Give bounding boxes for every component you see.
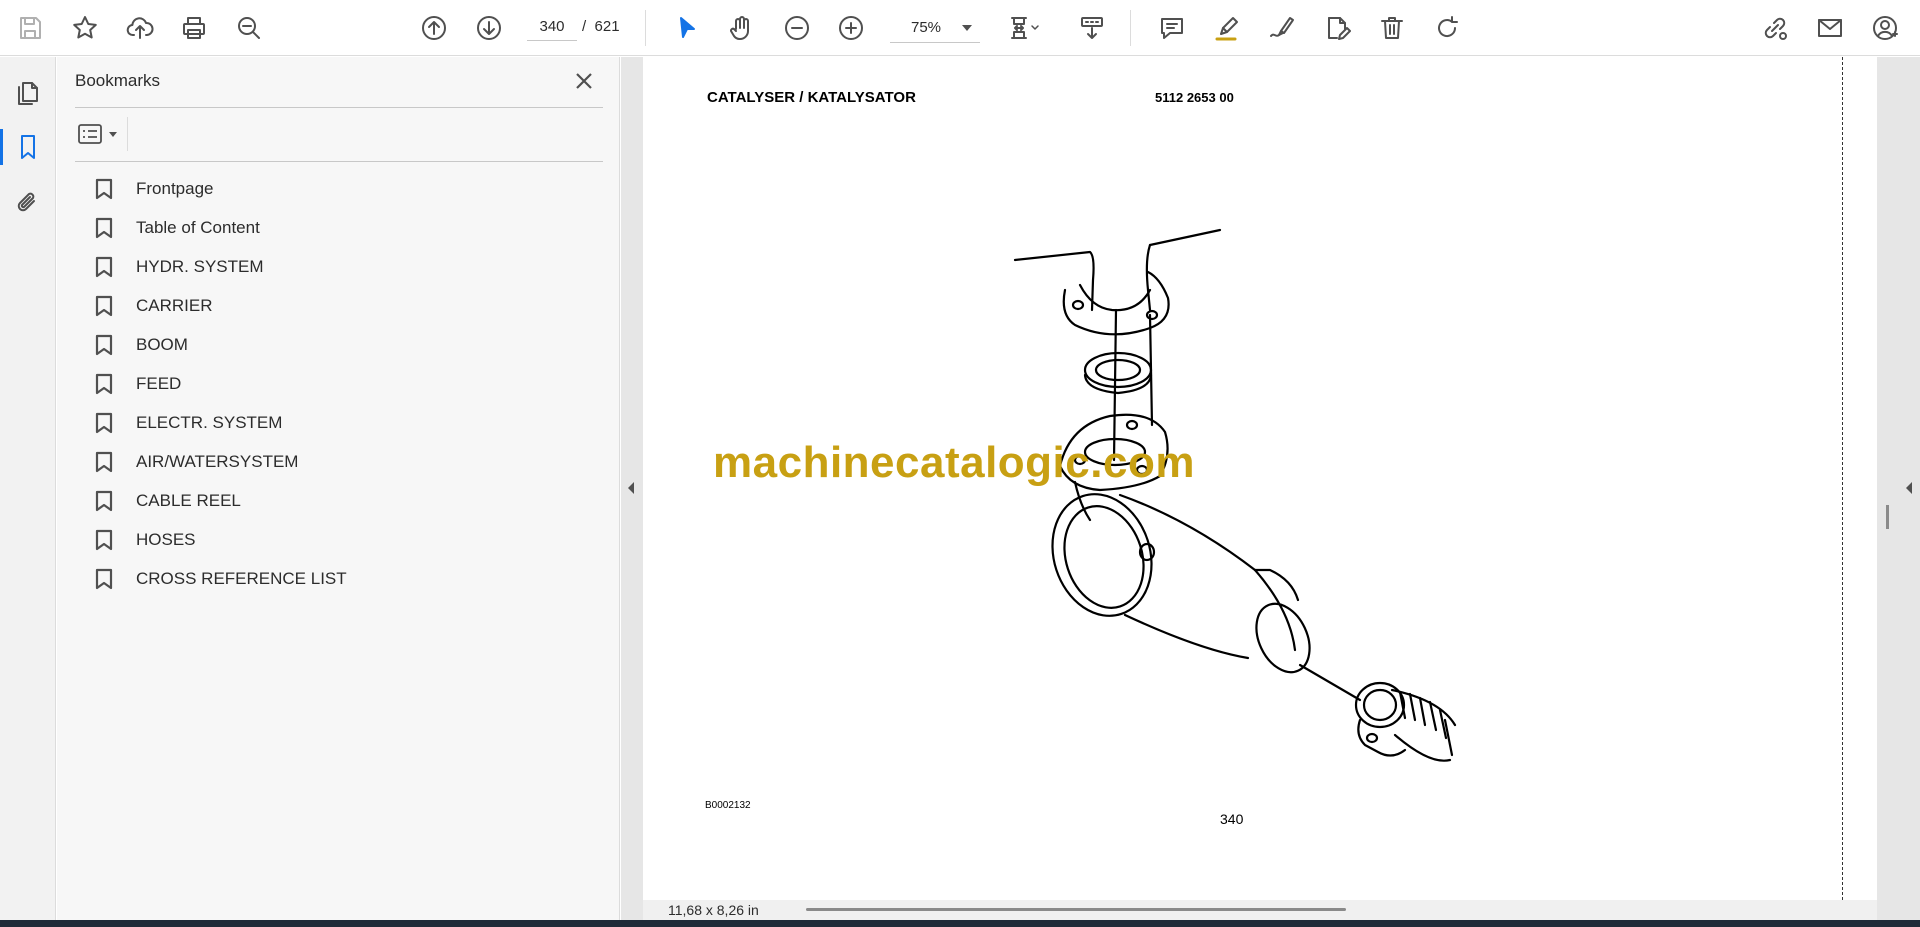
toolbar: / 621 75%	[0, 0, 1920, 56]
save-icon[interactable]	[12, 10, 48, 46]
bookmark-item[interactable]: Frontpage	[95, 169, 595, 208]
bookmark-label: HYDR. SYSTEM	[136, 256, 264, 276]
page-size-label: 11,68 x 8,26 in	[668, 902, 759, 918]
divider	[127, 117, 128, 151]
draw-icon[interactable]	[1264, 10, 1300, 46]
bookmark-label: BOOM	[136, 334, 188, 354]
star-icon[interactable]	[67, 10, 103, 46]
bookmark-icon	[95, 529, 113, 550]
bookmark-label: CABLE REEL	[136, 490, 241, 510]
bookmark-item[interactable]: Table of Content	[95, 208, 595, 247]
bookmark-list: Frontpage Table of Content HYDR. SYSTEM …	[95, 169, 595, 598]
bookmarks-panel: Bookmarks Frontpage Table of Content HYD…	[57, 57, 620, 920]
chevron-down-icon	[109, 131, 117, 137]
expand-right-panel-icon[interactable]	[1902, 478, 1916, 498]
bookmark-item[interactable]: ELECTR. SYSTEM	[95, 403, 595, 442]
upload-icon[interactable]	[122, 10, 158, 46]
page-number-input[interactable]	[527, 13, 577, 41]
hand-icon[interactable]	[723, 10, 759, 46]
horizontal-scrollbar[interactable]	[806, 908, 1346, 911]
bookmark-item[interactable]: HYDR. SYSTEM	[95, 247, 595, 286]
bookmark-icon	[95, 568, 113, 589]
bookmark-item[interactable]: CARRIER	[95, 286, 595, 325]
bookmark-icon	[95, 412, 113, 433]
comment-icon[interactable]	[1154, 10, 1190, 46]
navigation-rail	[0, 57, 56, 920]
bookmark-icon	[95, 373, 113, 394]
rotate-icon[interactable]	[1429, 10, 1465, 46]
bookmarks-panel-icon[interactable]	[0, 129, 46, 165]
document-title: CATALYSER / KATALYSATOR	[707, 89, 916, 106]
page-count: / 621	[582, 18, 620, 35]
bookmark-icon	[95, 295, 113, 316]
bookmark-label: FEED	[136, 373, 182, 393]
delete-icon[interactable]	[1374, 10, 1410, 46]
fit-page-icon[interactable]	[1002, 10, 1052, 46]
bookmark-item[interactable]: CROSS REFERENCE LIST	[95, 559, 595, 598]
bookmark-label: ELECTR. SYSTEM	[136, 412, 283, 432]
zoom-out-icon[interactable]	[779, 10, 815, 46]
share-link-icon[interactable]	[1757, 10, 1793, 46]
bookmark-label: Frontpage	[136, 178, 214, 198]
bookmark-item[interactable]: BOOM	[95, 325, 595, 364]
divider	[75, 161, 603, 162]
edit-pdf-icon[interactable]	[1319, 10, 1355, 46]
chevron-down-icon	[962, 24, 972, 31]
bookmark-icon	[95, 178, 113, 199]
page-separator: /	[582, 18, 587, 35]
bookmark-item[interactable]: CABLE REEL	[95, 481, 595, 520]
bookmark-item[interactable]: FEED	[95, 364, 595, 403]
bookmark-label: HOSES	[136, 529, 196, 549]
total-pages: 621	[594, 18, 620, 35]
close-icon[interactable]	[570, 67, 598, 95]
account-icon[interactable]	[1867, 10, 1903, 46]
bookmark-icon	[95, 217, 113, 238]
bookmark-icon	[95, 256, 113, 277]
bookmark-options-button[interactable]	[75, 119, 121, 149]
find-icon[interactable]	[231, 10, 267, 46]
zoom-select[interactable]: 75%	[890, 13, 980, 43]
panel-title: Bookmarks	[75, 71, 161, 90]
select-cursor-icon[interactable]	[669, 10, 705, 46]
bookmark-label: CROSS REFERENCE LIST	[136, 568, 347, 588]
print-icon[interactable]	[176, 10, 212, 46]
bookmark-icon	[95, 490, 113, 511]
bookmark-item[interactable]: AIR/WATERSYSTEM	[95, 442, 595, 481]
email-icon[interactable]	[1812, 10, 1848, 46]
divider	[75, 107, 603, 108]
list-options-icon	[78, 124, 102, 144]
figure-code: B0002132	[705, 800, 751, 811]
page-number-label: 340	[1220, 811, 1244, 827]
bookmark-icon	[95, 451, 113, 472]
page-up-icon[interactable]	[416, 10, 452, 46]
bookmark-label: CARRIER	[136, 295, 213, 315]
catalyser-drawing	[1013, 228, 1457, 762]
collapse-panel-icon[interactable]	[624, 478, 638, 498]
bookmark-label: AIR/WATERSYSTEM	[136, 451, 299, 471]
watermark: machinecatalogic.com	[713, 438, 1195, 487]
page-down-icon[interactable]	[471, 10, 507, 46]
bookmark-item[interactable]: HOSES	[95, 520, 595, 559]
bookmark-label: Table of Content	[136, 217, 260, 237]
toolbar-divider	[1130, 10, 1131, 46]
toolbar-divider	[645, 10, 646, 46]
attachments-icon[interactable]	[10, 185, 46, 221]
zoom-value: 75%	[910, 19, 942, 36]
taskbar-edge	[0, 920, 1920, 927]
page-edge-line	[1842, 57, 1843, 900]
scroll-mode-icon[interactable]	[1074, 10, 1110, 46]
page-thumbnails-icon[interactable]	[10, 75, 46, 111]
zoom-in-icon[interactable]	[833, 10, 869, 46]
part-number: 5112 2653 00	[1155, 90, 1234, 105]
vertical-scrollbar[interactable]	[1886, 505, 1889, 529]
bookmark-icon	[95, 334, 113, 355]
highlight-icon[interactable]	[1209, 10, 1245, 46]
